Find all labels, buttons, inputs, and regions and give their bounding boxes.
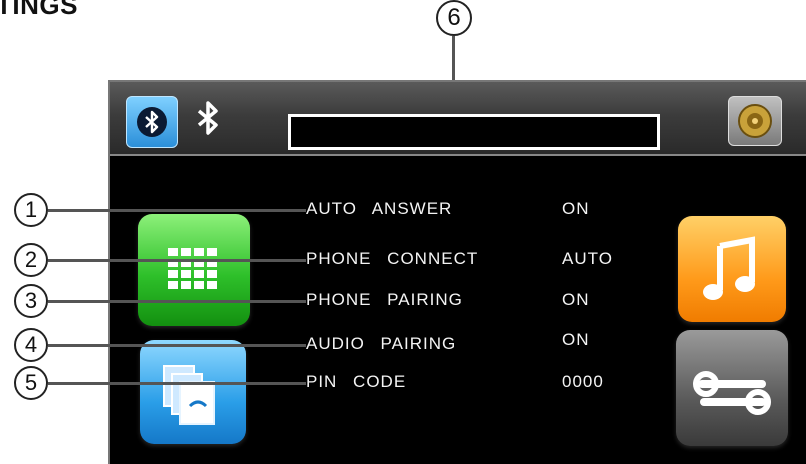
speaker-icon [738, 104, 772, 138]
speaker-button[interactable] [728, 96, 782, 146]
status-display [288, 114, 660, 150]
audio-pairing-label[interactable]: AUDIO PAIRING [306, 334, 456, 354]
callout-2: 2 [14, 243, 48, 277]
settings-tools-button[interactable] [676, 330, 788, 446]
callout-5: 5 [14, 366, 48, 400]
callout-5-line [48, 382, 306, 385]
page-heading: TINGS [0, 0, 78, 20]
keypad-button[interactable] [138, 214, 250, 326]
bluetooth-status-icon [194, 100, 224, 136]
callout-1-line [48, 209, 306, 212]
audio-pairing-value[interactable]: ON [562, 330, 590, 350]
wrench-icon [693, 371, 771, 415]
files-icon [163, 365, 215, 425]
auto-answer-label[interactable]: AUTO ANSWER [306, 199, 452, 219]
callout-3-line [48, 300, 306, 303]
files-button[interactable] [140, 340, 246, 444]
auto-answer-value[interactable]: ON [562, 199, 590, 219]
pin-code-value[interactable]: 0000 [562, 372, 604, 392]
callout-2-line [48, 259, 306, 262]
device-screen [108, 80, 806, 464]
bluetooth-icon [137, 107, 167, 137]
phone-connect-value[interactable]: AUTO [562, 249, 613, 269]
callout-4-line [48, 344, 306, 347]
top-bar [110, 82, 806, 156]
phone-connect-label[interactable]: PHONE CONNECT [306, 249, 478, 269]
callout-4: 4 [14, 328, 48, 362]
phone-pairing-label[interactable]: PHONE PAIRING [306, 290, 463, 310]
callout-6: 6 [436, 0, 472, 36]
phone-pairing-value[interactable]: ON [562, 290, 590, 310]
music-button[interactable] [678, 216, 786, 322]
keypad-icon [168, 248, 217, 289]
callout-1: 1 [14, 193, 48, 227]
pin-code-label[interactable]: PIN CODE [306, 372, 406, 392]
bluetooth-button[interactable] [126, 96, 178, 148]
music-note-icon [703, 236, 755, 300]
callout-3: 3 [14, 284, 48, 318]
